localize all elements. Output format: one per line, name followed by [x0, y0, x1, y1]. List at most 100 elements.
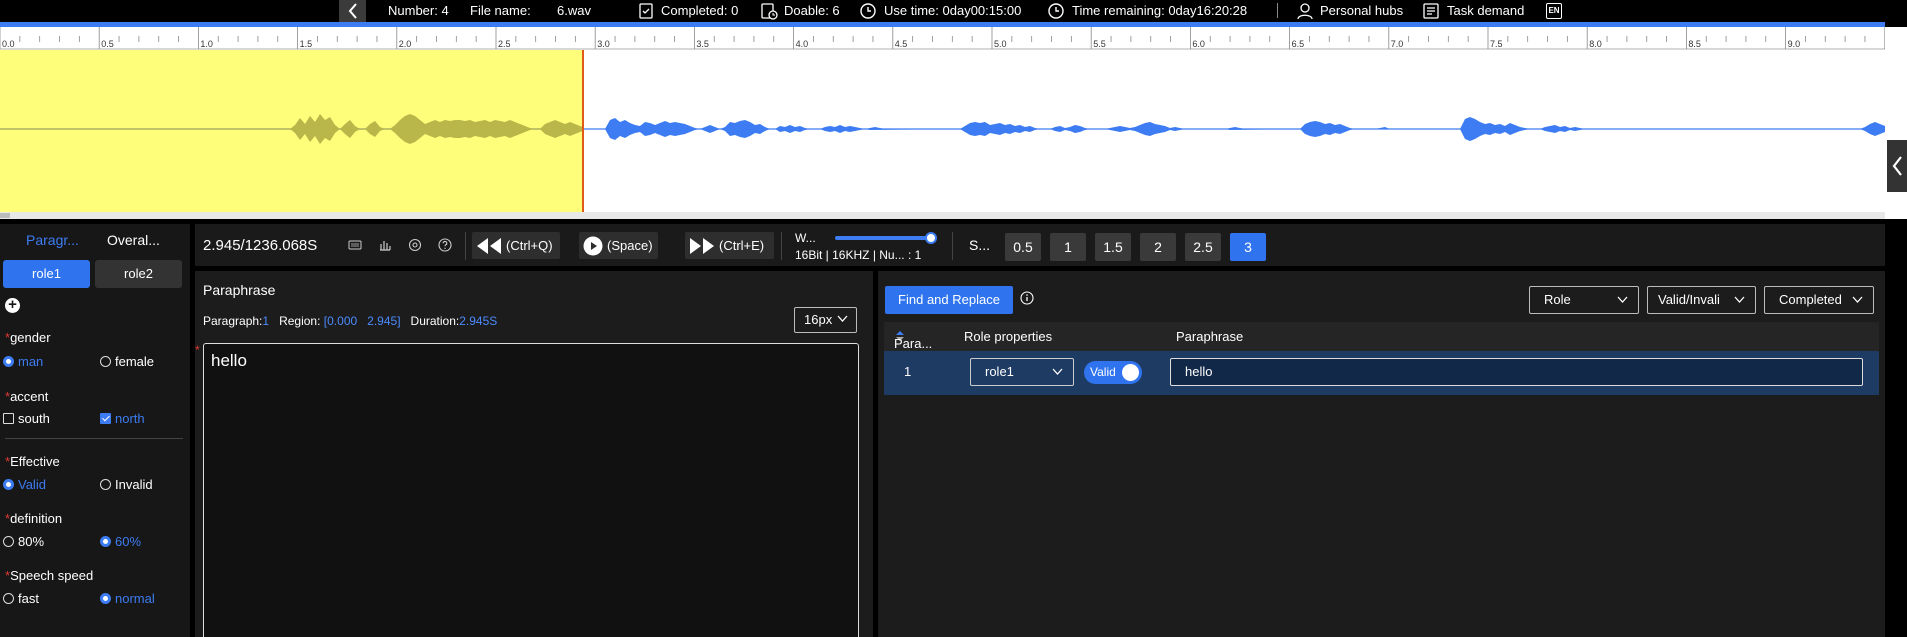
chevron-down-icon — [1617, 296, 1628, 303]
paraphrase-editor: Paraphrase Paragraph:1 Region: [0.000 2.… — [195, 271, 873, 637]
column-header-para[interactable]: Para... — [894, 329, 932, 351]
task-demand-link[interactable]: Task demand — [1447, 3, 1524, 18]
speed-0-5-button[interactable]: 0.5 — [1005, 233, 1041, 261]
play-button[interactable]: (Space) — [579, 232, 658, 259]
add-role-icon[interactable]: + — [5, 297, 20, 313]
time-ruler-ticks: 0.0 0.5 1.0 1.5 2.0 2.5 3.0 3.5 4.0 4.5 5.0 5.5 6.0 6… — [0, 27, 1885, 50]
radio-icon — [3, 536, 14, 547]
divider — [465, 232, 466, 260]
font-size-select[interactable]: 16px — [794, 307, 857, 333]
chevron-left-icon — [1892, 156, 1902, 176]
valid-toggle[interactable]: Valid — [1084, 361, 1142, 384]
divider — [952, 232, 953, 260]
info-icon[interactable] — [1020, 291, 1034, 305]
editor-title: Paraphrase — [203, 282, 276, 298]
row-paraphrase-input[interactable]: hello — [1170, 358, 1863, 386]
gender-option-female[interactable]: female — [100, 354, 154, 369]
speech-speed-option-normal[interactable]: normal — [100, 591, 155, 606]
time-display: 2.945/1236.068S — [203, 237, 318, 254]
role-filter-select[interactable]: Role — [1529, 286, 1639, 314]
role-button-role1[interactable]: role1 — [3, 260, 90, 288]
radio-icon — [3, 479, 14, 490]
ruler-tick-label: 6.0 — [1192, 39, 1205, 49]
ruler-tick-label: 4.5 — [895, 39, 908, 49]
tab-overall[interactable]: Overal... — [107, 232, 160, 248]
speed-2-button[interactable]: 2 — [1140, 233, 1176, 261]
waveform-canvas[interactable] — [0, 50, 1885, 212]
gender-label: *gender — [5, 330, 51, 345]
clock-icon — [1048, 3, 1064, 19]
segments-panel: Find and Replace Role Valid/Invali Compl… — [878, 271, 1885, 637]
ruler-tick-label: 5.0 — [994, 39, 1007, 49]
row-role-select[interactable]: role1 — [970, 358, 1074, 386]
speech-speed-label: *Speech speed — [5, 568, 94, 583]
definition-option-60[interactable]: 60% — [100, 534, 141, 549]
scrollbar-thumb[interactable] — [0, 213, 10, 218]
ruler-tick-label: 2.0 — [399, 39, 412, 49]
forward-button[interactable]: (Ctrl+E) — [685, 232, 774, 259]
table-header: Para... Role properties Paraphrase — [884, 322, 1879, 351]
personal-hubs-link[interactable]: Personal hubs — [1320, 3, 1403, 18]
accent-option-north[interactable]: north — [100, 411, 145, 426]
play-shortcut: (Space) — [607, 238, 653, 253]
ruler-tick-label: 0.5 — [101, 39, 114, 49]
paraphrase-textarea[interactable]: hello — [203, 343, 859, 637]
validity-filter-select[interactable]: Valid/Invali — [1647, 286, 1756, 314]
chevron-left-icon — [348, 3, 357, 19]
ruler-tick-label: 8.0 — [1589, 39, 1602, 49]
role-properties-panel: Paragr... Overal... role1 role2 + *gende… — [0, 224, 190, 637]
forward-shortcut: (Ctrl+E) — [719, 238, 765, 253]
tab-paragraph[interactable]: Paragr... — [26, 232, 79, 248]
bar-chart-icon[interactable] — [378, 238, 392, 252]
find-replace-button[interactable]: Find and Replace — [885, 286, 1013, 314]
chevron-down-icon — [1052, 368, 1063, 375]
waveform-scrollbar[interactable] — [0, 212, 1885, 219]
rewind-icon — [477, 237, 501, 254]
completed-count: Completed: 0 — [661, 3, 739, 18]
left-tabs: Paragr... Overal... — [0, 232, 190, 256]
chevron-down-icon — [1852, 296, 1863, 303]
expand-panel-button[interactable] — [1887, 140, 1907, 192]
definition-option-80[interactable]: 80% — [3, 534, 44, 549]
divider — [1277, 3, 1278, 18]
speed-1-5-button[interactable]: 1.5 — [1095, 233, 1131, 261]
completion-filter-select[interactable]: Completed — [1764, 286, 1874, 314]
gender-option-man[interactable]: man — [3, 354, 43, 369]
ruler-tick-label: 0.0 — [2, 39, 15, 49]
wave-slider-handle[interactable] — [925, 232, 937, 244]
column-header-paraphrase: Paraphrase — [1176, 329, 1244, 344]
accent-option-south[interactable]: south — [3, 411, 50, 426]
table-row[interactable]: 1 role1 Valid hello — [884, 351, 1879, 395]
divider — [781, 232, 782, 260]
paragraph-label: Paragraph: — [203, 314, 263, 328]
rewind-button[interactable]: (Ctrl+Q) — [472, 232, 560, 259]
radio-icon — [3, 593, 14, 604]
keyboard-icon[interactable] — [348, 238, 362, 252]
speech-speed-option-fast[interactable]: fast — [3, 591, 39, 606]
radio-icon — [100, 593, 111, 604]
language-switch[interactable]: EN — [1546, 3, 1562, 19]
ruler-tick-label: 3.5 — [696, 39, 709, 49]
row-role-value: role1 — [985, 364, 1014, 379]
effective-option-valid[interactable]: Valid — [3, 477, 46, 492]
validity-filter-value: Valid/Invali — [1658, 292, 1720, 307]
wave-slider[interactable] — [835, 232, 937, 244]
back-button[interactable] — [339, 0, 366, 22]
speed-2-5-button[interactable]: 2.5 — [1185, 233, 1221, 261]
rewind-shortcut: (Ctrl+Q) — [506, 238, 553, 253]
speed-1-button[interactable]: 1 — [1050, 233, 1086, 261]
chevron-down-icon — [1734, 296, 1745, 303]
settings-icon[interactable] — [408, 238, 422, 252]
clock-icon — [860, 3, 876, 19]
speed-3-button[interactable]: 3 — [1230, 233, 1266, 261]
forward-icon — [690, 237, 714, 254]
time-ruler[interactable]: 0.0 0.5 1.0 1.5 2.0 2.5 3.0 3.5 4.0 4.5 5.0 5.5 6.0 6… — [0, 27, 1885, 50]
ruler-tick-label: 1.0 — [200, 39, 213, 49]
completion-filter-value: Completed — [1779, 292, 1842, 307]
toggle-knob — [1122, 364, 1139, 381]
effective-option-invalid[interactable]: Invalid — [100, 477, 153, 492]
task-list-icon — [1423, 3, 1439, 19]
help-icon[interactable] — [438, 238, 452, 252]
role-button-role2[interactable]: role2 — [95, 260, 182, 288]
role-filter-value: Role — [1544, 292, 1571, 307]
